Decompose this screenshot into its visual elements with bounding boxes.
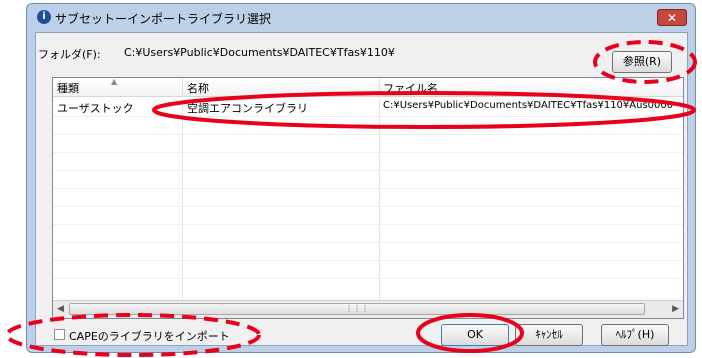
annotation-ok [416,313,524,353]
annotation-browse [593,40,697,84]
annotation-row [152,91,696,129]
annotation-checkbox [5,313,261,357]
annotation-overlay [5,40,697,357]
